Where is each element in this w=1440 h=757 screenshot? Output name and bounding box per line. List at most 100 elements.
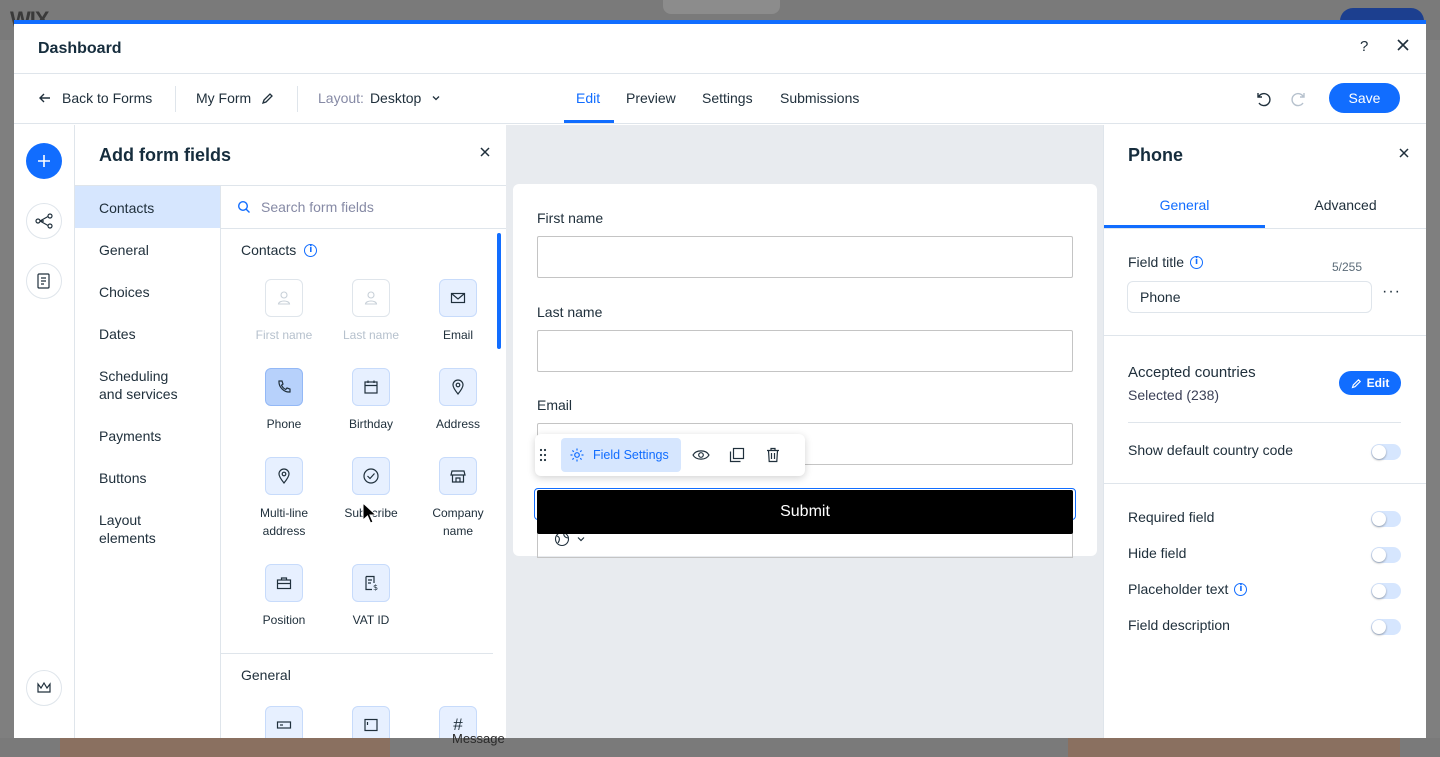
field-title-input[interactable] — [1127, 281, 1372, 313]
info-icon[interactable]: i — [1190, 255, 1204, 269]
background-section — [60, 738, 390, 757]
toggle-label: Hide field — [1128, 545, 1187, 561]
field-settings-label: Field Settings — [593, 448, 669, 462]
active-tab-indicator — [564, 120, 614, 123]
info-icon[interactable]: i — [1234, 582, 1248, 596]
chevron-down-icon[interactable] — [576, 534, 586, 544]
divider — [221, 653, 493, 654]
field-label: Birthday — [348, 417, 394, 431]
layout-select[interactable]: Layout: Desktop — [318, 90, 441, 106]
redo-icon[interactable] — [1290, 90, 1308, 108]
tab-preview[interactable]: Preview — [626, 90, 676, 106]
undo-icon[interactable] — [1254, 90, 1272, 108]
field-vat-id[interactable]: $ VAT ID — [331, 564, 411, 629]
category-dates[interactable]: Dates — [75, 325, 220, 343]
location-pin-icon — [439, 368, 477, 406]
field-position[interactable]: Position — [244, 564, 324, 629]
automations-button[interactable] — [26, 203, 62, 239]
field-phone[interactable]: Phone — [244, 368, 324, 433]
save-button[interactable]: Save — [1329, 83, 1400, 113]
field-first-name[interactable]: First name — [244, 279, 324, 344]
divider — [1104, 483, 1426, 484]
tab-edit[interactable]: Edit — [576, 90, 600, 106]
form-name[interactable]: My Form — [196, 90, 274, 106]
edit-countries-button[interactable]: Edit — [1339, 371, 1401, 395]
field-multi-line-address[interactable]: Multi-line address — [244, 457, 324, 540]
close-icon[interactable] — [478, 145, 492, 159]
long-text-icon — [352, 706, 390, 738]
placeholder-text-toggle[interactable] — [1371, 583, 1401, 599]
tab-settings[interactable]: Settings — [702, 90, 753, 106]
show-country-code-toggle[interactable] — [1371, 444, 1401, 460]
first-name-input[interactable] — [537, 236, 1073, 278]
person-icon — [265, 279, 303, 317]
layout-label: Layout: — [318, 90, 364, 106]
duplicate-icon[interactable] — [719, 438, 755, 472]
general-section-title: General — [241, 667, 291, 683]
category-buttons[interactable]: Buttons — [75, 469, 220, 487]
category-scheduling[interactable]: Scheduling and services — [75, 367, 195, 403]
help-icon[interactable]: ? — [1360, 38, 1368, 55]
accepted-countries-label: Accepted countries — [1128, 364, 1256, 381]
eye-icon[interactable] — [683, 438, 719, 472]
field-settings-button[interactable]: Field Settings — [561, 438, 681, 472]
toggle-label: Placeholder text — [1128, 581, 1229, 597]
left-rail — [14, 125, 75, 738]
char-counter: 5/255 — [1332, 260, 1363, 274]
collapse-handle[interactable] — [663, 0, 780, 14]
plus-icon — [38, 155, 50, 167]
divider — [297, 86, 298, 112]
svg-text:$: $ — [373, 583, 378, 591]
tab-advanced[interactable]: Advanced — [1265, 197, 1426, 213]
field-label: First name — [255, 328, 313, 342]
tab-general[interactable]: General — [1104, 197, 1265, 213]
last-name-label: Last name — [537, 304, 603, 320]
close-icon[interactable] — [1394, 36, 1412, 54]
trash-icon[interactable] — [755, 438, 791, 472]
briefcase-icon — [265, 564, 303, 602]
drag-handle-icon[interactable] — [539, 447, 547, 463]
field-label: Phone — [266, 417, 302, 431]
field-label: Last name — [342, 328, 400, 342]
field-long-text[interactable] — [331, 706, 411, 738]
tab-submissions[interactable]: Submissions — [780, 90, 859, 106]
field-settings-panel: Phone General Advanced Field title i 5/2… — [1103, 125, 1426, 738]
search-input[interactable] — [261, 199, 481, 215]
field-birthday[interactable]: Birthday — [331, 368, 411, 433]
field-short-text[interactable] — [244, 706, 324, 738]
close-icon[interactable] — [1398, 147, 1410, 159]
add-elements-button[interactable] — [26, 143, 62, 179]
submit-button[interactable]: Submit — [537, 490, 1073, 534]
hide-field-toggle[interactable] — [1371, 547, 1401, 563]
category-layout-elements[interactable]: Layout elements — [75, 511, 185, 547]
required-field-toggle[interactable] — [1371, 511, 1401, 527]
crown-icon — [37, 681, 51, 693]
field-address[interactable]: Address — [418, 368, 498, 433]
category-payments[interactable]: Payments — [75, 427, 220, 445]
location-pin-icon — [265, 457, 303, 495]
back-to-forms-link[interactable]: Back to Forms — [38, 90, 152, 106]
field-last-name[interactable]: Last name — [331, 279, 411, 344]
more-options-icon[interactable]: ··· — [1382, 283, 1401, 301]
form-settings-button[interactable] — [26, 263, 62, 299]
divider — [175, 86, 176, 112]
field-floating-toolbar: Field Settings — [535, 434, 805, 476]
last-name-input[interactable] — [537, 330, 1073, 372]
pencil-icon[interactable] — [261, 92, 274, 105]
category-choices[interactable]: Choices — [75, 283, 220, 301]
add-fields-panel: Add form fields Contacts General Choices… — [75, 125, 506, 738]
divider — [1104, 335, 1426, 336]
background-section — [1068, 738, 1400, 757]
category-contacts[interactable]: Contacts — [75, 186, 220, 228]
premium-button[interactable] — [26, 670, 62, 706]
field-email[interactable]: Email — [418, 279, 498, 344]
person-icon — [352, 279, 390, 317]
field-company-name[interactable]: Company name — [418, 457, 498, 540]
mouse-cursor-icon — [362, 502, 378, 524]
info-icon[interactable]: i — [304, 243, 318, 257]
short-text-icon — [265, 706, 303, 738]
field-description-toggle[interactable] — [1371, 619, 1401, 635]
category-general[interactable]: General — [75, 241, 220, 259]
form-canvas: First name Last name Email Submit Field … — [506, 125, 1103, 738]
back-label: Back to Forms — [62, 90, 153, 106]
